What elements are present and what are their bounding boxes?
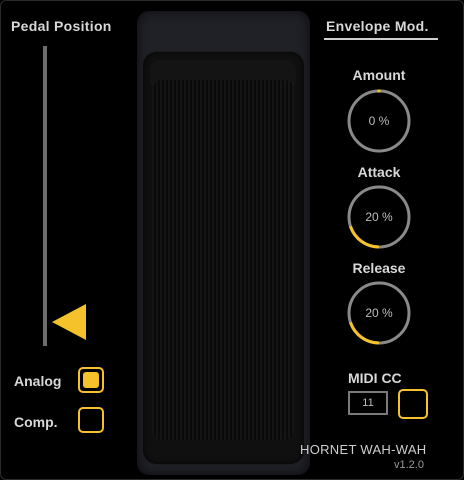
- pedal-position-slider-thumb[interactable]: [50, 302, 88, 342]
- attack-label: Attack: [357, 164, 401, 180]
- attack-knob[interactable]: 20 %: [346, 184, 412, 250]
- pedal-position-title: Pedal Position: [11, 18, 112, 34]
- amount-label: Amount: [352, 67, 406, 83]
- pedal-grip: [152, 80, 294, 440]
- comp-label: Comp.: [14, 414, 58, 430]
- analog-checkbox[interactable]: [78, 367, 104, 393]
- plugin-name: HORNET WAH-WAH: [300, 442, 427, 457]
- envelope-title-underline: [324, 38, 438, 40]
- analog-label: Analog: [14, 373, 62, 389]
- release-value: 20 %: [365, 306, 393, 320]
- release-label: Release: [352, 260, 406, 276]
- triangle-left-icon: [52, 304, 86, 340]
- analog-checkbox-fill: [83, 372, 99, 388]
- envelope-mod-title: Envelope Mod.: [326, 18, 429, 34]
- plugin-version: v1.2.0: [394, 459, 424, 471]
- midi-learn-checkbox[interactable]: [398, 389, 428, 419]
- amount-value: 0 %: [368, 114, 390, 128]
- amount-knob[interactable]: 0 %: [346, 88, 412, 154]
- release-knob[interactable]: 20 %: [346, 280, 412, 346]
- midi-cc-label: MIDI CC: [348, 370, 402, 386]
- midi-cc-input[interactable]: 11: [348, 391, 388, 415]
- comp-checkbox[interactable]: [78, 407, 104, 433]
- attack-value: 20 %: [365, 210, 393, 224]
- pedal-position-slider-track[interactable]: [43, 46, 47, 346]
